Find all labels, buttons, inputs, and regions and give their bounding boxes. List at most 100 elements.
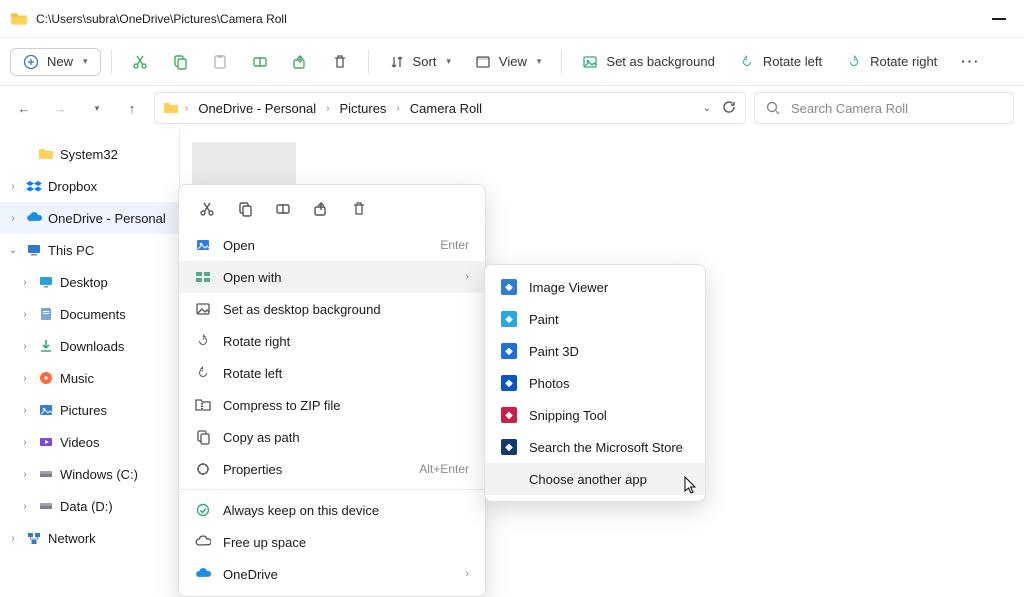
minimize-button[interactable] [992,18,1006,20]
menu-item-rotate-left[interactable]: Rotate left [179,357,485,389]
submenu-item-paint-3d[interactable]: ◆Paint 3D [485,335,705,367]
expander-icon[interactable]: › [18,405,32,416]
copy-button[interactable] [235,199,255,219]
setbg-icon [195,301,211,317]
search-box[interactable] [754,92,1014,124]
submenu-item-label: Snipping Tool [529,408,607,423]
breadcrumb[interactable]: › OneDrive - Personal › Pictures › Camer… [154,92,746,124]
cut-button[interactable] [122,48,158,76]
submenu-item-image-viewer[interactable]: ◆Image Viewer [485,271,705,303]
expander-icon[interactable]: ⌄ [6,245,20,256]
sidebar-item-data-d-[interactable]: ›Data (D:) [0,490,179,522]
share-button[interactable] [282,48,318,76]
menu-item-set-as-desktop-background[interactable]: Set as desktop background [179,293,485,325]
sidebar-item-documents[interactable]: ›Documents [0,298,179,330]
expander-icon[interactable]: › [18,277,32,288]
sidebar-item-desktop[interactable]: › Desktop [0,266,179,298]
sidebar-item-downloads[interactable]: ›Downloads [0,330,179,362]
app-icon: ◆ [501,343,517,359]
folder-icon [163,100,179,116]
submenu-item-search-the-microsoft-store[interactable]: ◆Search the Microsoft Store [485,431,705,463]
expander-icon[interactable]: › [18,469,32,480]
chevron-down-icon[interactable]: ⌄ [703,103,711,114]
rotate-right-button[interactable]: Rotate right [836,48,947,76]
set-background-label: Set as background [606,54,714,69]
menu-item-rotate-right[interactable]: Rotate right [179,325,485,357]
copy-button[interactable] [162,48,198,76]
expander-icon[interactable]: › [18,341,32,352]
expander-icon[interactable]: › [18,437,32,448]
sort-icon [389,54,405,70]
recent-button[interactable]: ▾ [82,94,110,122]
menu-item-label: Always keep on this device [223,503,469,518]
more-button[interactable]: ··· [951,48,990,75]
submenu-item-snipping-tool[interactable]: ◆ Snipping Tool [485,399,705,431]
app-icon: ◆ [501,407,517,423]
search-input[interactable] [789,100,1003,117]
back-button[interactable]: ← [10,94,38,122]
up-button[interactable]: ↑ [118,94,146,122]
rename-button[interactable] [273,199,293,219]
expander-icon[interactable]: › [18,501,32,512]
menu-item-free-up-space[interactable]: Free up space [179,526,485,558]
view-button[interactable]: View ▾ [465,48,551,76]
rotate-right-icon [846,54,862,70]
rotate-left-button[interactable]: Rotate left [729,48,832,76]
delete-button[interactable] [322,48,358,76]
expander-icon[interactable]: › [18,309,32,320]
sidebar-item-network[interactable]: ›Network [0,522,179,554]
breadcrumb-segment[interactable]: Pictures [335,99,390,118]
dropbox-icon [26,178,42,194]
sidebar-item-videos[interactable]: ›Videos [0,426,179,458]
paste-button[interactable] [202,48,238,76]
menu-item-open-with[interactable]: Open with› [179,261,485,293]
breadcrumb-segment[interactable]: Camera Roll [406,99,486,118]
set-background-button[interactable]: Set as background [572,48,724,76]
cut-icon [132,54,148,70]
submenu-item-paint[interactable]: ◆Paint [485,303,705,335]
menu-item-label: Properties [223,462,407,477]
cloud-icon [195,534,211,550]
paste-icon [212,54,228,70]
zip-icon [195,397,211,413]
shortcut-hint: Enter [440,238,469,252]
sidebar-item-music[interactable]: ›Music [0,362,179,394]
refresh-button[interactable] [721,99,737,118]
menu-item-open[interactable]: Open Enter [179,229,485,261]
expander-icon[interactable]: › [6,213,20,224]
sidebar-item-this-pc[interactable]: ⌄This PC [0,234,179,266]
expander-icon[interactable]: › [6,533,20,544]
new-button[interactable]: New ▾ [10,48,101,76]
menu-item-compress-to-zip-file[interactable]: Compress to ZIP file [179,389,485,421]
chevron-right-icon: › [465,271,469,283]
context-menu-icon-row [179,191,485,229]
forward-button[interactable]: → [46,94,74,122]
share-button[interactable] [311,199,331,219]
menu-item-onedrive[interactable]: OneDrive› [179,558,485,590]
menu-item-always-keep-on-this-device[interactable]: Always keep on this device [179,494,485,526]
sidebar-item-pictures[interactable]: ›Pictures [0,394,179,426]
sidebar-item-system32[interactable]: System32 [0,138,179,170]
expander-icon[interactable]: › [6,181,20,192]
sidebar-item-dropbox[interactable]: ›Dropbox [0,170,179,202]
app-icon: ◆ [501,279,517,295]
sidebar-item-label: Desktop [60,275,108,290]
sidebar-item-onedrive-personal[interactable]: ›OneDrive - Personal [0,202,179,234]
delete-button[interactable] [349,199,369,219]
submenu-item-choose-another-app[interactable]: Choose another app [485,463,705,495]
onedrive-icon [195,566,211,582]
sort-button[interactable]: Sort ▾ [379,48,461,76]
menu-item-properties[interactable]: PropertiesAlt+Enter [179,453,485,485]
desktop-icon [38,274,54,290]
expander-icon[interactable]: › [18,373,32,384]
sidebar-item-windows-c-[interactable]: ›Windows (C:) [0,458,179,490]
menu-item-copy-as-path[interactable]: Copy as path [179,421,485,453]
submenu-item-photos[interactable]: ◆Photos [485,367,705,399]
breadcrumb-segment[interactable]: OneDrive - Personal [194,99,320,118]
menu-item-label: Open [223,238,428,253]
context-menu: Open Enter Open with›Set as desktop backgr… [178,184,486,597]
cut-button[interactable] [197,199,217,219]
pictures-icon [38,402,54,418]
openwith-icon [195,269,211,285]
rename-button[interactable] [242,48,278,76]
